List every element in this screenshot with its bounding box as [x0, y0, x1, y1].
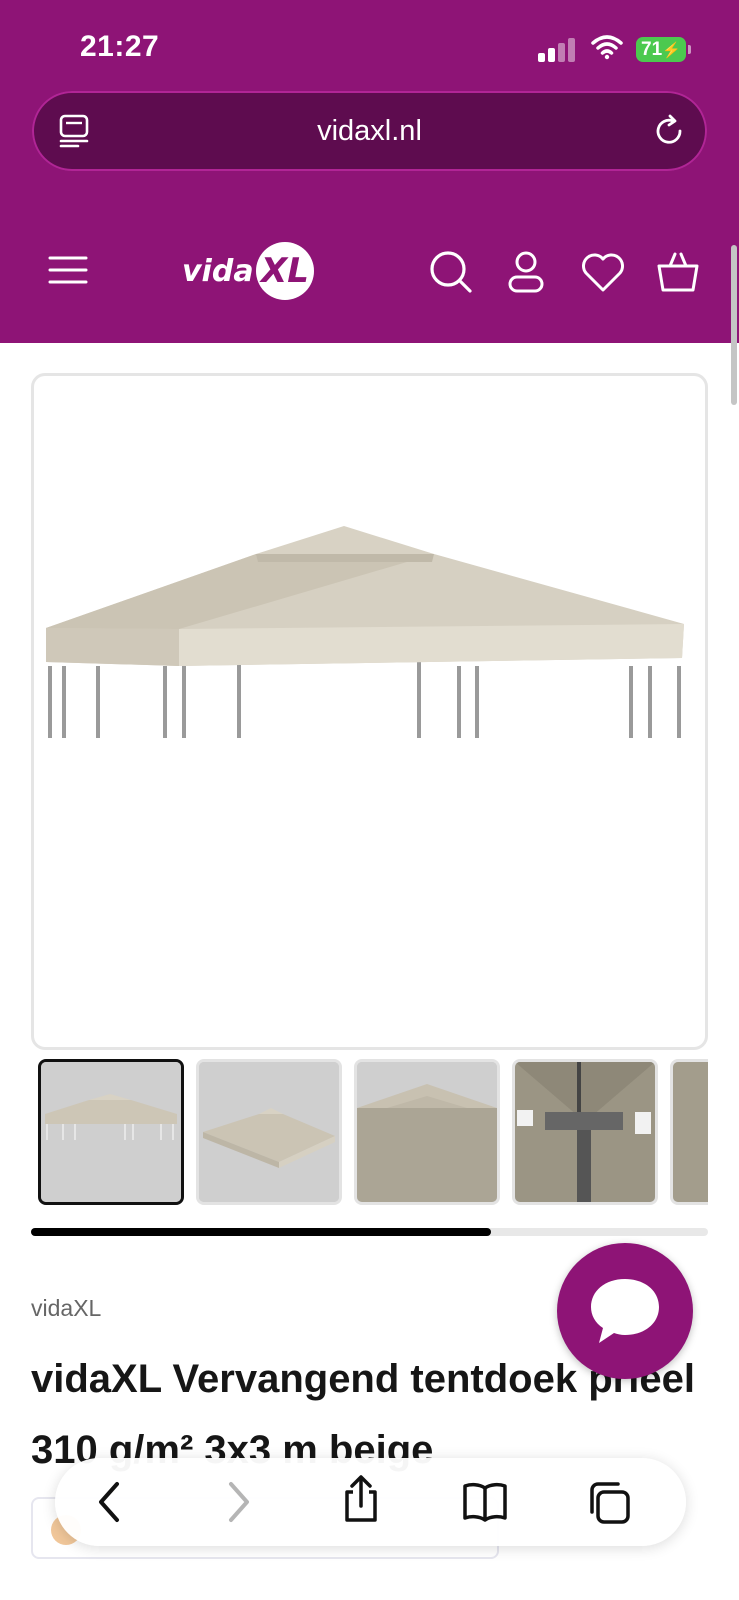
logo-xl-mark: XL — [256, 242, 314, 300]
tabs-icon[interactable] — [586, 1480, 632, 1526]
site-nav: vida XL — [0, 232, 739, 312]
back-icon[interactable] — [95, 1480, 125, 1524]
gallery-scroll-track[interactable] — [31, 1228, 708, 1236]
chat-icon — [591, 1279, 659, 1343]
search-icon[interactable] — [429, 250, 473, 294]
address-bar[interactable]: vidaxl.nl — [32, 91, 707, 171]
battery-level: 71 — [641, 39, 663, 60]
thumbnail-4[interactable] — [512, 1059, 658, 1205]
thumbnail-3[interactable] — [354, 1059, 500, 1205]
site-header-bar: 21:27 71⚡ vidaxl.nl vida XL — [0, 0, 739, 343]
account-icon[interactable] — [507, 250, 545, 294]
chat-button[interactable] — [557, 1243, 693, 1379]
gallery-scroll-thumb[interactable] — [31, 1228, 492, 1236]
status-bar: 21:27 71⚡ — [0, 0, 739, 90]
url-text[interactable]: vidaxl.nl — [32, 115, 707, 148]
status-time: 21:27 — [80, 30, 160, 63]
gazebo-canopy-image — [46, 526, 684, 738]
thumbnail-2[interactable] — [196, 1059, 342, 1205]
forward-icon[interactable] — [223, 1480, 253, 1524]
share-icon[interactable] — [341, 1474, 381, 1524]
browser-toolbar — [55, 1458, 686, 1546]
thumbnail-5[interactable] — [670, 1059, 708, 1205]
page-scroll-indicator — [731, 245, 737, 405]
cart-icon[interactable] — [655, 250, 701, 294]
vidaxl-logo[interactable]: vida XL — [182, 240, 322, 304]
product-main-image[interactable] — [31, 373, 708, 1050]
logo-wordmark: vida — [182, 254, 254, 289]
bookmarks-icon[interactable] — [461, 1480, 509, 1524]
product-brand[interactable]: vidaXL — [31, 1295, 101, 1322]
thumbnail-1[interactable] — [38, 1059, 184, 1205]
wifi-icon — [591, 35, 623, 60]
cellular-signal-icon — [538, 38, 578, 62]
heart-icon[interactable] — [580, 250, 626, 294]
thumbnail-strip — [38, 1059, 708, 1205]
menu-icon[interactable] — [48, 252, 88, 288]
reload-icon[interactable] — [653, 113, 687, 149]
battery-indicator: 71⚡ — [636, 37, 691, 62]
